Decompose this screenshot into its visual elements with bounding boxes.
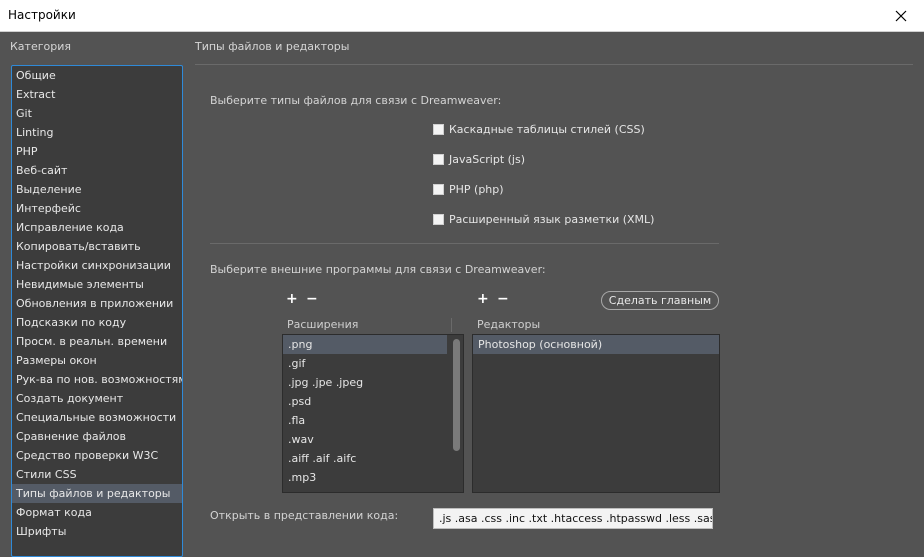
checkbox-box[interactable] — [433, 214, 444, 225]
sidebar-item[interactable]: Обновления в приложении — [12, 294, 182, 313]
title-divider — [195, 64, 913, 65]
sidebar-item[interactable]: Средство проверки W3C — [12, 446, 182, 465]
sidebar-item[interactable]: Размеры окон — [12, 351, 182, 370]
close-button[interactable] — [878, 0, 924, 31]
sidebar-item[interactable]: PHP — [12, 142, 182, 161]
header-separator — [451, 318, 452, 332]
make-primary-button[interactable]: Сделать главным — [601, 291, 719, 310]
sidebar-item[interactable]: Сравнение файлов — [12, 427, 182, 446]
checkbox-label: Расширенный язык разметки (XML) — [449, 213, 655, 226]
sidebar-item[interactable]: Копировать/вставить — [12, 237, 182, 256]
sidebar-item[interactable]: Веб-сайт — [12, 161, 182, 180]
file-types-prompt: Выберите типы файлов для связи с Dreamwe… — [210, 94, 502, 107]
checkbox-box[interactable] — [433, 184, 444, 195]
window-title: Настройки — [8, 8, 76, 22]
extension-item[interactable]: .mp3 — [283, 468, 447, 487]
checkbox-css[interactable]: Каскадные таблицы стилей (CSS) — [433, 123, 645, 136]
scroll-thumb[interactable] — [453, 339, 460, 451]
sidebar-item[interactable]: Выделение — [12, 180, 182, 199]
sidebar-item[interactable]: Рук-ва по нов. возможностям — [12, 370, 182, 389]
sidebar-item[interactable]: Шрифты — [12, 522, 182, 541]
sidebar-item[interactable]: Типы файлов и редакторы — [12, 484, 182, 503]
checkbox-php[interactable]: PHP (php) — [433, 183, 504, 196]
sidebar-item[interactable]: Специальные возможности — [12, 408, 182, 427]
title-bar: Настройки — [0, 0, 924, 32]
remove-editor-button[interactable]: − — [497, 291, 509, 307]
category-label: Категория — [10, 40, 71, 53]
sidebar-item[interactable]: Просм. в реальн. времени — [12, 332, 182, 351]
sidebar-item[interactable]: Linting — [12, 123, 182, 142]
sidebar-item[interactable]: Подсказки по коду — [12, 313, 182, 332]
checkbox-label: PHP (php) — [449, 183, 504, 196]
code-view-label: Открыть в представлении кода: — [210, 509, 399, 522]
category-list[interactable]: Общие Extract Git Linting PHP Веб-сайт Выделен… — [11, 65, 183, 557]
checkbox-xml[interactable]: Расширенный язык разметки (XML) — [433, 213, 654, 226]
extension-item[interactable]: .gif — [283, 354, 447, 373]
extension-item[interactable]: .wav — [283, 430, 447, 449]
sidebar-item[interactable]: Исправление кода — [12, 218, 182, 237]
sidebar-item[interactable]: Создать документ — [12, 389, 182, 408]
sidebar-item[interactable]: Формат кода — [12, 503, 182, 522]
sidebar-item[interactable]: Интерфейс — [12, 199, 182, 218]
checkbox-label: JavaScript (js) — [449, 153, 526, 166]
section-divider — [210, 243, 719, 244]
sidebar-item[interactable]: Extract — [12, 85, 182, 104]
extension-item[interactable]: .aiff .aif .aifc — [283, 449, 447, 468]
extensions-scrollbar[interactable] — [452, 335, 461, 489]
extension-item[interactable]: .fla — [283, 411, 447, 430]
editors-list[interactable]: Photoshop (основной) — [472, 334, 720, 493]
checkbox-box[interactable] — [433, 124, 444, 135]
extension-item[interactable]: .psd — [283, 392, 447, 411]
page-title: Типы файлов и редакторы — [195, 40, 350, 53]
sidebar-item[interactable]: Настройки синхронизации — [12, 256, 182, 275]
sidebar-item[interactable]: Стили CSS — [12, 465, 182, 484]
extensions-list[interactable]: .png .gif .jpg .jpe .jpeg .psd .fla .wav .aiff… — [282, 334, 464, 493]
editor-item[interactable]: Photoshop (основной) — [473, 335, 719, 354]
extension-item[interactable]: .png — [283, 335, 447, 354]
extensions-header: Расширения — [287, 318, 359, 331]
sidebar-item[interactable]: Невидимые элементы — [12, 275, 182, 294]
checkbox-label: Каскадные таблицы стилей (CSS) — [449, 123, 645, 136]
external-programs-prompt: Выберите внешние программы для связи с D… — [210, 263, 546, 276]
checkbox-box[interactable] — [433, 154, 444, 165]
code-view-extensions-field[interactable]: .js .asa .css .inc .txt .htaccess .htpas… — [433, 508, 713, 529]
add-editor-button[interactable]: + — [477, 291, 489, 307]
add-extension-button[interactable]: + — [286, 291, 298, 307]
checkbox-js[interactable]: JavaScript (js) — [433, 153, 525, 166]
extension-item[interactable]: .jpg .jpe .jpeg — [283, 373, 447, 392]
editors-header: Редакторы — [477, 318, 541, 331]
close-icon — [895, 10, 907, 21]
sidebar-item[interactable]: Общие — [12, 66, 182, 85]
remove-extension-button[interactable]: − — [306, 291, 318, 307]
sidebar-item[interactable]: Git — [12, 104, 182, 123]
